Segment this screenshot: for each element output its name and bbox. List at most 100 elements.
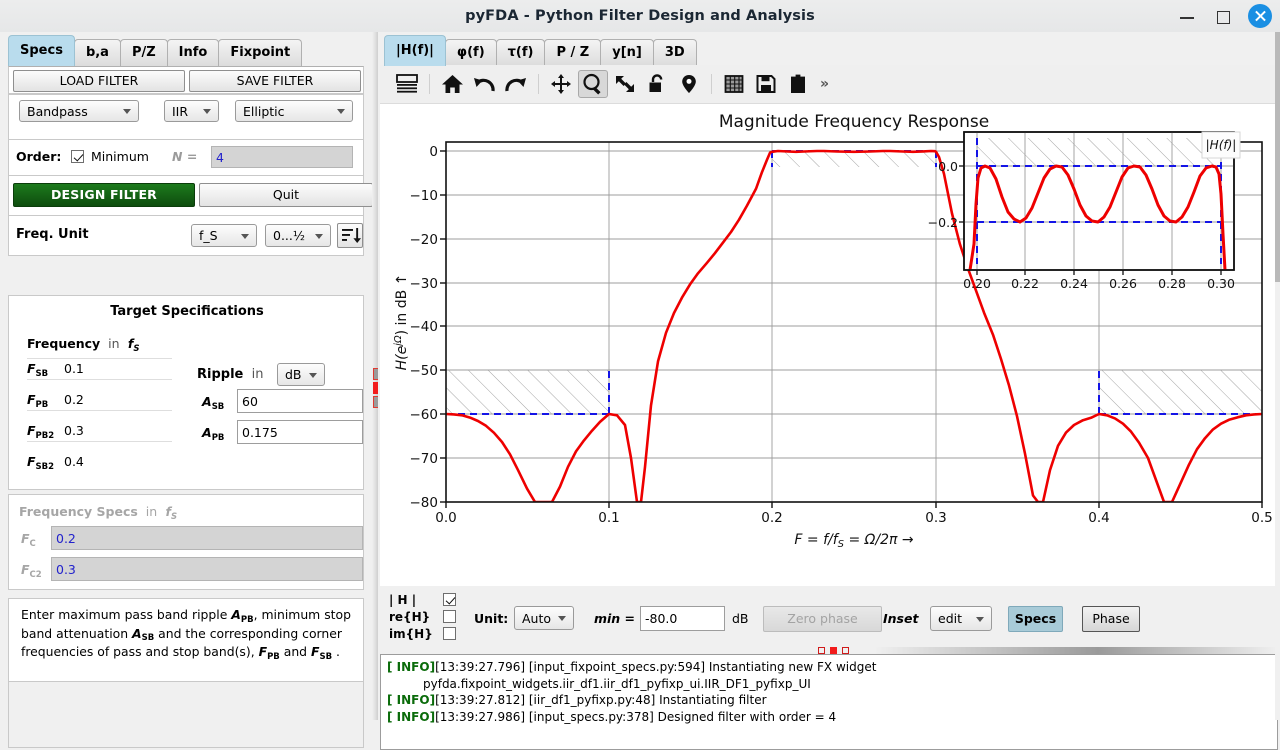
min-field[interactable]: -80.0 <box>640 606 725 631</box>
design-method-value: Elliptic <box>243 103 285 119</box>
unit-select[interactable]: Auto <box>514 606 574 630</box>
freq-range-select[interactable]: 0...½ <box>265 224 331 247</box>
tab-impulse[interactable]: y[n] <box>600 39 654 66</box>
zoom-fit-arrows-icon <box>616 76 634 92</box>
grid-button[interactable] <box>719 70 749 98</box>
target-specs-card: Target Specifications Frequency in fS FS… <box>8 295 364 490</box>
plot-toolbar: » <box>380 65 1280 104</box>
close-icon[interactable] <box>1248 4 1272 28</box>
svg-text:0.26: 0.26 <box>1109 276 1137 291</box>
fsb2-label: FSB2 <box>27 454 55 472</box>
chevron-down-icon <box>315 233 323 239</box>
log-console[interactable]: [ INFO][13:39:27.796] [input_fixpoint_sp… <box>380 654 1278 750</box>
specs-button[interactable]: Specs <box>1008 606 1063 632</box>
minimize-icon[interactable] <box>1176 5 1198 27</box>
asb-field[interactable]: 60 <box>237 389 363 413</box>
log-message: [13:39:27.986] [input_specs.py:378] Desi… <box>435 709 837 724</box>
filter-class-select[interactable]: IIR <box>164 100 219 122</box>
re-checkbox[interactable] <box>443 610 456 623</box>
quit-button[interactable]: Quit <box>199 183 373 207</box>
svg-text:−0.2: −0.2 <box>928 215 958 230</box>
forward-button[interactable] <box>501 70 531 98</box>
design-filter-button[interactable]: DESIGN FILTER <box>13 183 195 207</box>
order-minimum-checkbox[interactable] <box>71 150 84 163</box>
log-level: [ INFO] <box>387 693 436 707</box>
min-unit-label: dB <box>732 611 749 626</box>
lower-stopband-region <box>446 370 609 414</box>
load-filter-button[interactable]: LOAD FILTER <box>13 70 185 92</box>
apb-field[interactable]: 0.175 <box>237 420 363 444</box>
right-panel: |H(f)| φ(f) τ(f) P / Z y[n] 3D » Magnitu… <box>378 32 1280 750</box>
log-splitter-handle[interactable] <box>830 647 837 654</box>
fc-field[interactable]: 0.2 <box>51 526 363 550</box>
fpb-value[interactable]: 0.2 <box>64 392 84 407</box>
log-level: [ INFO] <box>387 709 436 724</box>
pan-button[interactable] <box>546 70 576 98</box>
tab-pole-zero[interactable]: P / Z <box>544 39 602 66</box>
phase-button[interactable]: Phase <box>1082 606 1140 632</box>
magnitude-plot[interactable]: Magnitude Frequency Response 0 −10 −20 −… <box>380 104 1278 586</box>
chevron-down-icon <box>976 616 984 622</box>
zero-phase-button[interactable]: Zero phase <box>763 606 882 632</box>
window-scrollbar[interactable] <box>1275 32 1280 720</box>
fsb-value[interactable]: 0.1 <box>64 361 84 376</box>
back-button[interactable] <box>469 70 499 98</box>
response-type-select[interactable]: Bandpass <box>19 100 139 122</box>
chevron-down-icon <box>337 109 345 114</box>
zoom-button[interactable] <box>578 70 608 98</box>
tab-magnitude[interactable]: |H(f)| <box>384 35 446 66</box>
menu-lines-icon <box>396 74 418 93</box>
im-checkbox[interactable] <box>443 627 456 640</box>
zoom-magnifier-icon <box>583 73 601 95</box>
svg-text:0.22: 0.22 <box>1011 276 1039 291</box>
copy-clipboard-button[interactable] <box>783 70 813 98</box>
fpb2-label: FPB2 <box>27 423 55 441</box>
svg-text:0.0: 0.0 <box>938 159 958 174</box>
scrollbar-thumb[interactable] <box>1275 32 1280 282</box>
save-filter-button[interactable]: SAVE FILTER <box>189 70 361 92</box>
menu-lines-button[interactable] <box>392 70 422 98</box>
fsb2-value[interactable]: 0.4 <box>64 454 84 469</box>
toolbar-overflow-button[interactable]: » <box>820 76 829 92</box>
mag-checkbox[interactable] <box>443 593 456 606</box>
full-view-button[interactable] <box>610 70 640 98</box>
inset-plot[interactable]: 0.20 0.22 0.24 0.26 0.28 0.30 0.0 −0.2 |… <box>928 131 1241 291</box>
tab-group-delay[interactable]: τ(f) <box>495 39 546 66</box>
log-line-continuation: pyfda.fixpoint_widgets.iir_df1.iir_df1_p… <box>423 676 811 691</box>
help-card: Enter maximum pass band ripple APB, mini… <box>8 598 364 682</box>
sort-descending-icon <box>342 228 361 243</box>
save-figure-button[interactable] <box>751 70 781 98</box>
freq-unit-select[interactable]: f_S <box>191 224 257 247</box>
ripple-unit-select[interactable]: dB <box>277 363 325 386</box>
redo-arrow-icon <box>505 78 526 92</box>
fsb-label: FSB <box>27 361 49 379</box>
tab-fixpoint[interactable]: Fixpoint <box>218 39 303 66</box>
filter-class-value: IIR <box>172 103 189 119</box>
tab-info[interactable]: Info <box>166 39 220 66</box>
freq-range-value: 0...½ <box>273 228 305 243</box>
lock-axes-button[interactable] <box>642 70 672 98</box>
tab-specs[interactable]: Specs <box>8 35 75 66</box>
fc2-field[interactable]: 0.3 <box>51 557 363 581</box>
home-button[interactable] <box>437 70 467 98</box>
fpb2-value[interactable]: 0.3 <box>64 423 84 438</box>
y-axis-label: H(ejΩ) in dB ↑ <box>393 274 410 371</box>
sort-descending-button[interactable] <box>337 223 363 248</box>
left-panel: Specs b,a P/Z Info Fixpoint LOAD FILTER … <box>0 32 373 748</box>
tab-ba[interactable]: b,a <box>73 39 121 66</box>
tab-pz[interactable]: P/Z <box>119 39 168 66</box>
log-splitter-handle[interactable] <box>818 647 825 654</box>
log-level: [ INFO] <box>387 660 436 674</box>
maximize-icon[interactable] <box>1212 5 1234 27</box>
marker-button[interactable] <box>674 70 704 98</box>
fpb-label: FPB <box>27 392 49 410</box>
tab-phase[interactable]: φ(f) <box>444 39 497 66</box>
design-method-select[interactable]: Elliptic <box>235 100 353 122</box>
order-card: Order: Minimum N = 4 <box>8 140 364 176</box>
unit-value: Auto <box>522 610 552 626</box>
log-splitter-handle[interactable] <box>842 647 849 654</box>
inset-select[interactable]: edit <box>930 606 992 631</box>
target-specs-title: Target Specifications <box>110 304 264 319</box>
order-n-field[interactable]: 4 <box>211 146 353 168</box>
tab-3d[interactable]: 3D <box>652 39 697 66</box>
